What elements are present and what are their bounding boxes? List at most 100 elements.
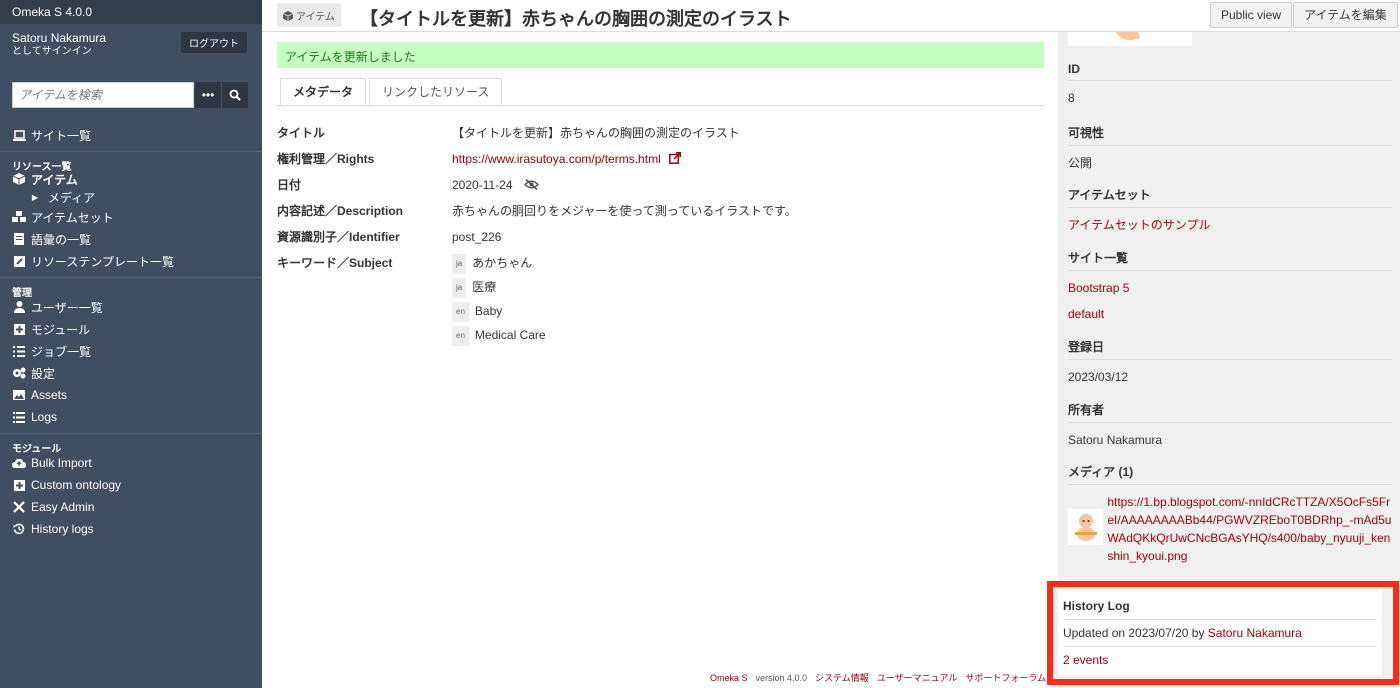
meta-heading: 可視性 (1068, 124, 1392, 146)
history-user-link[interactable]: Satoru Nakamura (1208, 626, 1302, 640)
language-tag: en (452, 302, 469, 322)
nav-custom-ontology[interactable]: Custom ontology (0, 474, 262, 496)
section-tabs: メタデータ リンクしたリソース (280, 78, 505, 106)
search-button[interactable] (222, 82, 248, 108)
subject-text: 医療 (472, 280, 497, 295)
meta-heading: ID (1068, 62, 1392, 81)
image-icon (12, 388, 26, 402)
user-manual-link[interactable]: ユーザーマニュアル (877, 673, 958, 683)
thumbnail-image (1116, 32, 1140, 40)
property-value: 赤ちゃんの胴回りをメジャーを使って測っているイラストです。 (452, 204, 797, 218)
nav-logs-label: Logs (31, 410, 58, 424)
search-icon (229, 89, 241, 101)
history-events-link[interactable]: 2 events (1063, 653, 1108, 667)
nav-users-label: ユーザー一覧 (31, 300, 103, 315)
meta-heading: メディア (1) (1068, 463, 1392, 485)
page-header: アイテム 【タイトルを更新】赤ちゃんの胸囲の測定のイラスト Public vie… (262, 0, 1400, 32)
media-link[interactable]: https://1.bp.blogspot.com/-nnIdCRcTTZA/X… (1107, 493, 1392, 565)
advanced-search-button[interactable]: ••• (195, 82, 221, 108)
language-tag: en (452, 326, 469, 346)
history-updated-text: Updated on 2023/07/20 by (1063, 626, 1208, 640)
meta-heading: 登録日 (1068, 338, 1392, 360)
nav-history-logs[interactable]: History logs (0, 518, 262, 540)
nav-vocabularies[interactable]: 語彙の一覧 (0, 228, 262, 250)
sidebar: Omeka S 4.0.0 Satoru Nakamura としてサインイン ロ… (0, 0, 262, 688)
tab-metadata[interactable]: メタデータ (280, 78, 367, 106)
item-set-link[interactable]: アイテムセットのサンプル (1068, 218, 1210, 232)
support-forum-link[interactable]: サポートフォーラム (965, 673, 1046, 683)
meta-owner: 所有者 Satoru Nakamura (1068, 401, 1392, 449)
search-input[interactable] (12, 82, 194, 108)
nav-media-label: メディア (48, 190, 96, 205)
edit-item-button[interactable]: アイテムを編集 (1293, 2, 1398, 28)
nav-templates[interactable]: リソーステンプレート一覧 (0, 250, 262, 272)
nav-easy-admin-label: Easy Admin (31, 500, 95, 514)
main-nav: サイト一覧 リソース一覧 アイテム ▶ メディア アイテムセット 語彙の一覧 リ… (0, 124, 262, 540)
nav-vocabularies-label: 語彙の一覧 (31, 232, 92, 247)
meta-heading: 所有者 (1068, 401, 1392, 423)
nav-logs[interactable]: Logs (0, 406, 262, 428)
nav-jobs-label: ジョブ一覧 (31, 344, 92, 359)
tab-underline (277, 105, 1044, 106)
site-link[interactable]: default (1068, 307, 1104, 321)
version-text: version 4.0.0 (755, 673, 808, 683)
user-block: Satoru Nakamura としてサインイン ログアウト (0, 24, 262, 64)
nav-section-modules: モジュール (12, 444, 62, 455)
nav-site-list-label: サイト一覧 (31, 128, 92, 143)
public-view-button[interactable]: Public view (1210, 2, 1293, 28)
nav-easy-admin[interactable]: Easy Admin (0, 496, 262, 518)
history-log-box: History Log Updated on 2023/07/20 by Sat… (1058, 591, 1382, 675)
nav-bulk-import[interactable]: Bulk Import (0, 452, 262, 474)
success-message: アイテムを更新しました (277, 42, 1044, 68)
cloud-upload-icon (12, 456, 26, 470)
nav-assets[interactable]: Assets (0, 384, 262, 406)
main-content: アイテムを更新しました メタデータ リンクしたリソース タイトル 【タイトルを更… (277, 42, 1044, 346)
nav-users[interactable]: ユーザー一覧 (0, 296, 262, 318)
ellipsis-icon: ••• (201, 88, 215, 102)
cogs-icon (12, 366, 26, 380)
tab-linked-resources[interactable]: リンクしたリソース (369, 78, 503, 106)
nav-modules[interactable]: モジュール (0, 318, 262, 340)
property-identifier: 資源識別子／Identifier post_226 (277, 228, 1044, 254)
cubes-icon (12, 210, 26, 224)
nav-items[interactable]: アイテム (0, 170, 262, 188)
rights-link[interactable]: https://www.irasutoya.com/p/terms.html (452, 152, 661, 166)
nav-jobs[interactable]: ジョブ一覧 (0, 340, 262, 362)
plus-square-icon (12, 322, 26, 336)
meta-created: 登録日 2023/03/12 (1068, 338, 1392, 386)
property-date: 日付 2020-11-24 (277, 176, 1044, 202)
breadcrumb[interactable]: アイテム (277, 3, 341, 27)
item-thumbnail (1068, 32, 1192, 46)
property-label: 権利管理／Rights (277, 152, 375, 166)
history-events: 2 events (1063, 647, 1377, 673)
subject-text: あかちゃん (472, 256, 533, 271)
nav-settings[interactable]: 設定 (0, 362, 262, 384)
system-info-link[interactable]: システム情報 (815, 673, 869, 683)
nav-item-sets[interactable]: アイテムセット (0, 206, 262, 228)
book-icon (12, 232, 26, 246)
property-rights: 権利管理／Rights https://www.irasutoya.com/p/… (277, 150, 1044, 176)
omeka-link[interactable]: Omeka S (710, 673, 748, 683)
brand[interactable]: Omeka S 4.0.0 (0, 0, 262, 24)
meta-value: default (1068, 305, 1392, 323)
media-entry: https://1.bp.blogspot.com/-nnIdCRcTTZA/X… (1068, 493, 1392, 565)
history-updated-line: Updated on 2023/07/20 by Satoru Nakamura (1063, 620, 1377, 647)
nav-items-label: アイテム (31, 172, 78, 187)
nav-site-list[interactable]: サイト一覧 (0, 124, 262, 146)
subject-value: ja 医療 (452, 278, 546, 302)
user-icon (12, 300, 26, 314)
site-link[interactable]: Bootstrap 5 (1068, 281, 1129, 295)
eye-slash-icon (523, 178, 539, 191)
external-link-icon[interactable] (669, 152, 682, 164)
meta-value: 8 (1068, 91, 1075, 105)
nav-section-admin: 管理 (12, 288, 32, 299)
logout-button[interactable]: ログアウト (181, 32, 247, 53)
media-thumbnail[interactable] (1068, 509, 1104, 545)
cube-icon (12, 172, 26, 186)
tasks-icon (12, 344, 26, 358)
tools-icon (12, 500, 26, 514)
meta-sites: サイト一覧 Bootstrap 5 default (1068, 249, 1392, 323)
nav-media[interactable]: ▶ メディア (0, 188, 262, 206)
property-values: ja あかちゃん ja 医療 en Baby en Medical Care (452, 254, 546, 350)
list-icon (12, 410, 26, 424)
